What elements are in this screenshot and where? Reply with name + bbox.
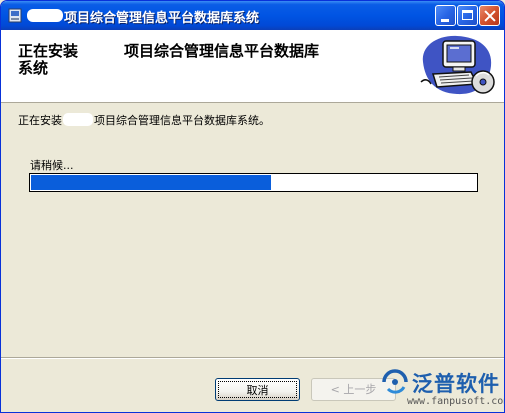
title-redaction bbox=[27, 9, 63, 22]
intro-prefix: 正在安装 bbox=[18, 114, 62, 127]
header-title-suffix: 项目综合管理信息平台数据库 bbox=[124, 42, 320, 60]
window-title: 项目综合管理信息平台数据库系统 bbox=[64, 11, 260, 26]
intro-redaction bbox=[63, 113, 93, 126]
minimize-button[interactable] bbox=[435, 5, 456, 26]
brand-watermark: 泛普软件 www.fanpusoft.com bbox=[372, 365, 505, 412]
header-banner: 正在安装 项目综合管理信息平台数据库 系统 bbox=[1, 30, 504, 103]
computer-setup-icon bbox=[420, 35, 495, 95]
header-title-line2: 系统 bbox=[18, 59, 49, 77]
intro-suffix: 项目综合管理信息平台数据库系统。 bbox=[94, 114, 270, 127]
progress-bar bbox=[29, 173, 478, 192]
installer-icon bbox=[8, 8, 22, 23]
intro-text: 正在安装 项目综合管理信息平台数据库系统。 bbox=[18, 112, 270, 128]
brand-url: www.fanpusoft.com bbox=[407, 396, 505, 407]
brand-logo-icon bbox=[382, 369, 408, 394]
status-label: 请稍候... bbox=[30, 159, 74, 172]
maximize-button[interactable] bbox=[457, 5, 478, 26]
header-title: 正在安装 项目综合管理信息平台数据库 bbox=[18, 40, 319, 61]
installer-window: 项目综合管理信息平台数据库系统 正在安装 项目综合管理信息平台数据库 系统 正在安… bbox=[0, 0, 505, 413]
cancel-button-label: 取消 bbox=[218, 381, 297, 398]
title-bar[interactable]: 项目综合管理信息平台数据库系统 bbox=[1, 1, 504, 30]
brand-name: 泛普软件 bbox=[412, 372, 500, 396]
footer-separator bbox=[1, 357, 504, 359]
close-button[interactable] bbox=[479, 5, 500, 26]
cancel-button[interactable]: 取消 bbox=[215, 378, 300, 401]
progress-fill bbox=[31, 175, 271, 190]
